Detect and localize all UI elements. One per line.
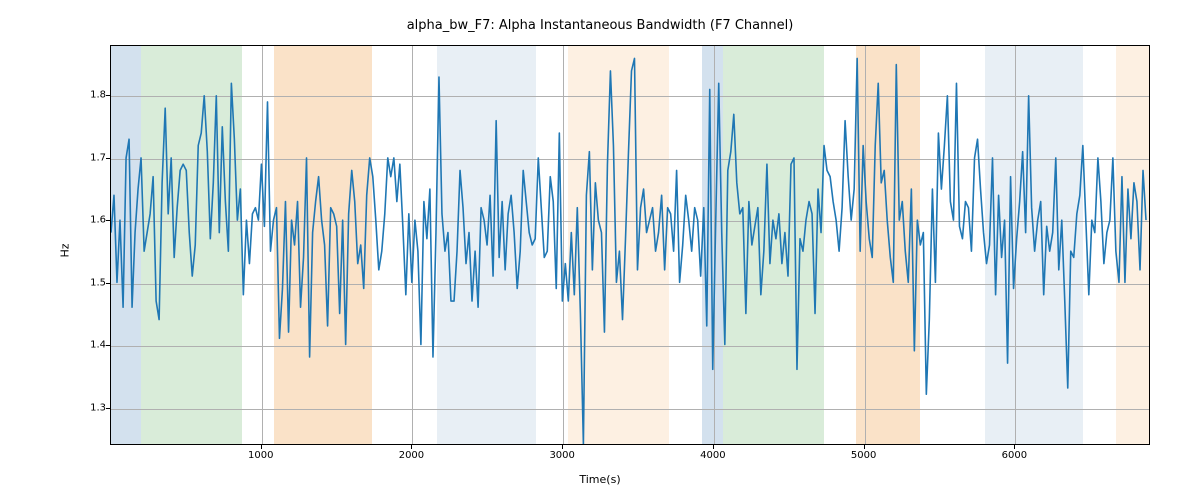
y-tick-mark [106, 345, 110, 346]
y-tick-label: 1.8 [78, 90, 106, 101]
y-tick-mark [106, 95, 110, 96]
x-tick-mark [411, 445, 412, 449]
x-axis-label: Time(s) [0, 473, 1200, 486]
x-tick-mark [864, 445, 865, 449]
x-tick-mark [713, 445, 714, 449]
y-tick-label: 1.7 [78, 152, 106, 163]
y-tick-label: 1.3 [78, 402, 106, 413]
y-tick-label: 1.4 [78, 340, 106, 351]
x-tick-mark [261, 445, 262, 449]
y-tick-mark [106, 158, 110, 159]
y-axis-label: Hz [58, 0, 72, 500]
y-tick-mark [106, 283, 110, 284]
x-tick-mark [1014, 445, 1015, 449]
x-tick-label: 2000 [399, 450, 424, 461]
figure: alpha_bw_F7: Alpha Instantaneous Bandwid… [0, 0, 1200, 500]
x-tick-label: 5000 [851, 450, 876, 461]
y-tick-mark [106, 220, 110, 221]
x-tick-label: 6000 [1002, 450, 1027, 461]
x-tick-label: 3000 [549, 450, 574, 461]
x-tick-mark [562, 445, 563, 449]
x-tick-label: 4000 [700, 450, 725, 461]
axes-area [110, 45, 1150, 445]
x-tick-label: 1000 [248, 450, 273, 461]
y-tick-label: 1.5 [78, 277, 106, 288]
line-series [111, 46, 1149, 444]
chart-title: alpha_bw_F7: Alpha Instantaneous Bandwid… [0, 18, 1200, 33]
y-tick-mark [106, 408, 110, 409]
y-tick-label: 1.6 [78, 215, 106, 226]
